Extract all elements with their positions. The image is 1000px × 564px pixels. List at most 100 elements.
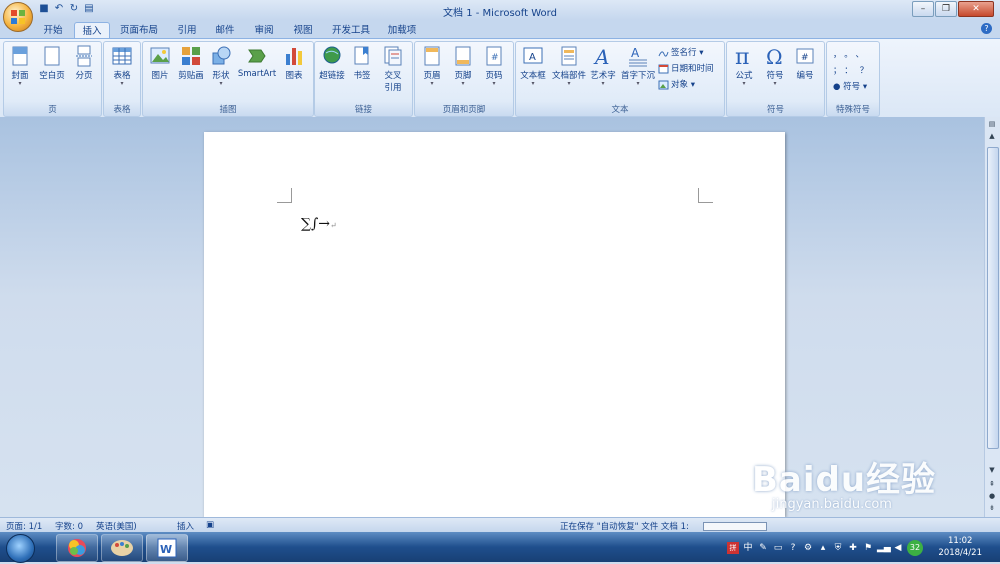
quick-parts-icon <box>561 46 577 66</box>
tray-settings-icon[interactable]: ⚙ <box>802 542 814 554</box>
special-glyph-5[interactable]: ？ <box>860 66 876 76</box>
cross-reference-button[interactable]: 交叉 引用 <box>378 45 408 93</box>
blank-page-icon <box>44 46 60 66</box>
page-number-button[interactable]: # 页码 ▾ <box>481 45 507 87</box>
minimize-button[interactable]: – <box>912 1 934 17</box>
margin-corner-top-right <box>698 188 713 203</box>
taskbar-clock[interactable]: 11:02 2018/4/21 <box>938 535 982 559</box>
tab-page-layout[interactable]: 页面布局 <box>118 22 160 39</box>
crossref-label-2: 引用 <box>384 83 402 93</box>
browse-object-icon[interactable]: ● <box>987 491 997 501</box>
blank-page-button[interactable]: 空白页 <box>37 45 67 81</box>
tab-developer[interactable]: 开发工具 <box>330 22 372 39</box>
picture-button[interactable]: 图片 <box>147 45 173 81</box>
tray-help-icon[interactable]: ? <box>787 542 799 554</box>
hyperlink-button[interactable]: 超链接 <box>317 45 347 81</box>
status-mode[interactable]: 插入 <box>177 520 194 532</box>
tab-view[interactable]: 视图 <box>292 22 314 39</box>
clipart-button[interactable]: 剪贴画 <box>176 45 206 81</box>
vertical-scrollbar[interactable]: ▤ ▲ ▼ ⇞ ● ⇟ <box>984 117 1000 517</box>
signature-line-button[interactable]: 签名行 ▾ <box>658 46 703 58</box>
margin-corner-top-left <box>277 188 292 203</box>
taskbar-app-word[interactable]: W <box>146 534 188 562</box>
special-glyph-1[interactable]: 。 <box>844 50 855 60</box>
footer-icon <box>455 46 471 66</box>
symbol-button[interactable]: Ω 符号 ▾ <box>761 45 789 87</box>
tray-shield-icon[interactable]: ⛨ <box>832 542 844 554</box>
next-page-icon[interactable]: ⇟ <box>987 503 997 513</box>
page-break-button[interactable]: 分页 <box>70 45 98 81</box>
header-button[interactable]: 页眉 ▾ <box>419 45 445 87</box>
macro-record-icon[interactable]: ▣ <box>206 520 214 530</box>
special-glyph-3[interactable]: ； <box>833 66 844 76</box>
document-body[interactable]: ∑∫→↵ <box>301 216 337 232</box>
taskbar-app-colorful[interactable] <box>56 534 98 562</box>
tab-references[interactable]: 引用 <box>176 22 198 39</box>
numbering-button[interactable]: # 编号 <box>791 45 819 81</box>
tray-volume-icon[interactable]: ◀ <box>892 542 904 554</box>
drop-cap-button[interactable]: A 首字下沉 ▾ <box>620 45 656 87</box>
special-symbols-row-1[interactable]: ，。、 <box>833 48 871 60</box>
blank-label: 空白页 <box>39 71 65 81</box>
special-glyph-4[interactable]: ： <box>844 66 860 76</box>
dropdown-arrow-icon: ▾ <box>773 80 777 87</box>
tab-mailings[interactable]: 邮件 <box>214 22 236 39</box>
tray-security-icon[interactable]: ✚ <box>847 542 859 554</box>
date-time-button[interactable]: 日期和时间 <box>658 62 714 74</box>
tray-keyboard-icon[interactable]: ▭ <box>772 542 784 554</box>
shapes-button[interactable]: 形状 ▾ <box>209 45 233 87</box>
special-symbol-button[interactable]: ● 符号 ▾ <box>833 80 867 92</box>
chart-label: 图表 <box>285 71 303 81</box>
equation-button[interactable]: π 公式 ▾ <box>729 45 759 87</box>
document-content[interactable]: ∑∫→ <box>301 216 330 232</box>
dropdown-arrow-icon: ▾ <box>742 80 746 87</box>
smartart-button[interactable]: SmartArt <box>237 45 277 79</box>
group-label-illustrations: 插图 <box>219 105 237 115</box>
special-symbols-row-2[interactable]: ；：？ <box>833 64 875 76</box>
cover-page-button[interactable]: 封面 ▾ <box>8 45 32 87</box>
tab-review[interactable]: 审阅 <box>253 22 275 39</box>
clock-time: 11:02 <box>947 536 973 546</box>
ruler-toggle-icon[interactable]: ▤ <box>987 119 997 129</box>
tab-add-ins[interactable]: 加载项 <box>386 22 418 39</box>
quick-parts-button[interactable]: 文档部件 ▾ <box>551 45 587 87</box>
scroll-thumb[interactable] <box>987 147 999 449</box>
taskbar-app-paint[interactable] <box>101 534 143 562</box>
textbox-button[interactable]: A 文本框 ▾ <box>518 45 548 87</box>
chart-button[interactable]: 图表 <box>280 45 308 81</box>
table-icon <box>112 47 132 65</box>
tab-home[interactable]: 开始 <box>42 22 64 39</box>
group-label-header-footer: 页眉和页脚 <box>442 105 486 115</box>
group-label-text: 文本 <box>611 105 629 115</box>
tray-pen-icon[interactable]: ✎ <box>757 542 769 554</box>
help-icon[interactable]: ? <box>981 23 992 34</box>
office-button[interactable] <box>3 2 33 32</box>
table-button[interactable]: 表格 ▾ <box>109 45 135 87</box>
start-button[interactable] <box>6 534 35 563</box>
tray-badge[interactable]: 32 <box>907 540 923 556</box>
status-page[interactable]: 页面: 1/1 <box>6 520 42 532</box>
tray-ime-indicator[interactable]: 中 <box>742 542 754 554</box>
scroll-down-icon[interactable]: ▼ <box>987 465 997 475</box>
status-language[interactable]: 英语(美国) <box>96 520 137 532</box>
bookmark-button[interactable]: 书签 <box>350 45 374 81</box>
previous-page-icon[interactable]: ⇞ <box>987 479 997 489</box>
status-words[interactable]: 字数: 0 <box>55 520 83 532</box>
group-special-symbols: ，。、 ；：？ ● 符号 ▾ 特殊符号 <box>826 41 880 117</box>
tray-arrow-icon[interactable]: ▴ <box>817 542 829 554</box>
scroll-up-icon[interactable]: ▲ <box>987 131 997 141</box>
object-button[interactable]: 对象 ▾ <box>658 78 695 90</box>
document-page[interactable]: ∑∫→↵ <box>204 132 785 517</box>
special-glyph-2[interactable]: 、 <box>856 50 872 60</box>
smartart-icon <box>248 49 266 63</box>
tray-flag-icon[interactable]: ⚑ <box>862 542 874 554</box>
dropdown-arrow-icon: ▾ <box>18 80 22 87</box>
restore-button[interactable]: ❐ <box>935 1 957 17</box>
group-symbols: π 公式 ▾ Ω 符号 ▾ # 编号 符号 <box>726 41 825 117</box>
wordart-button[interactable]: A 艺术字 ▾ <box>588 45 618 87</box>
tray-network-icon[interactable]: ▂▄ <box>877 542 891 554</box>
tray-app-icon[interactable]: 拼 <box>727 542 739 554</box>
close-button[interactable]: ✕ <box>958 1 994 17</box>
special-glyph-0[interactable]: ， <box>833 50 844 60</box>
footer-button[interactable]: 页脚 ▾ <box>450 45 476 87</box>
